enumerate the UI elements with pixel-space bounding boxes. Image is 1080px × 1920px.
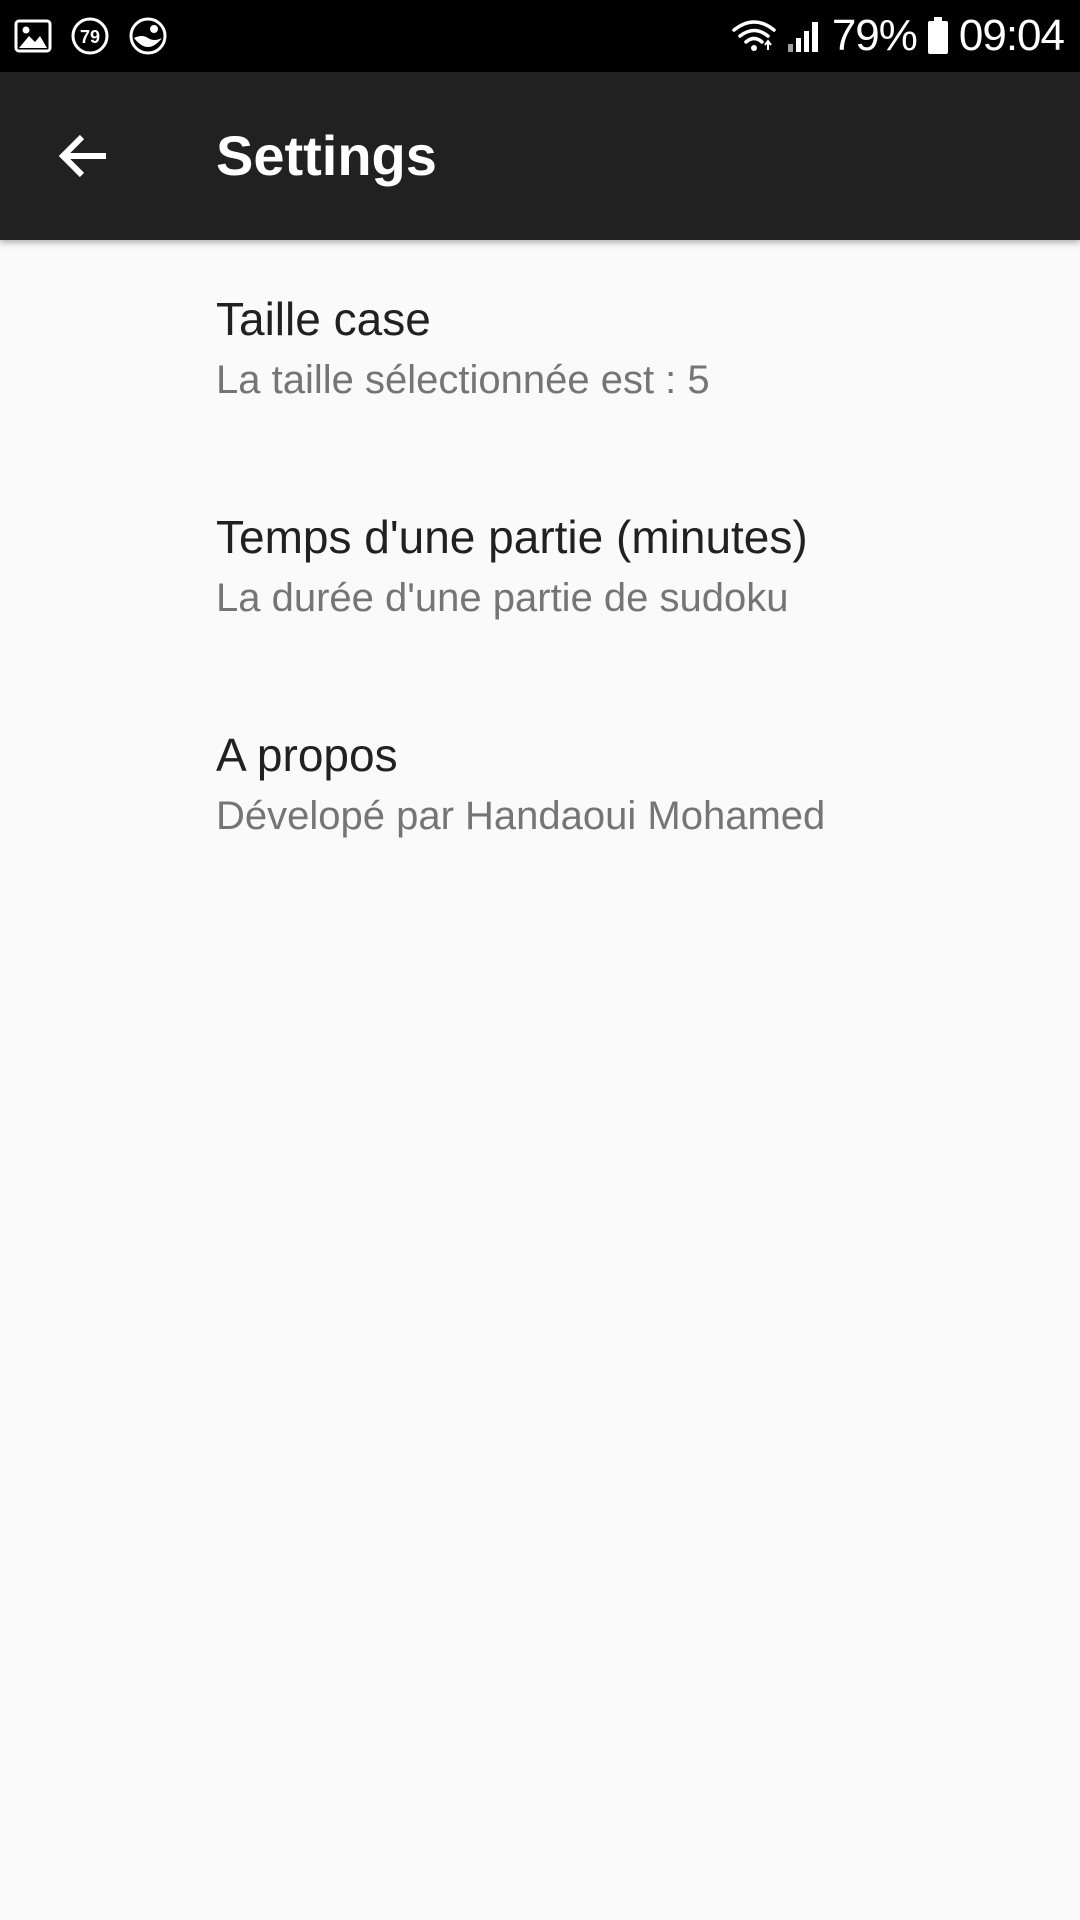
gallery-icon <box>14 19 52 53</box>
system-status: 79% 09:04 <box>732 0 1065 72</box>
clock: 09:04 <box>958 11 1065 60</box>
setting-cell-size[interactable]: Taille case La taille sélectionnée est :… <box>0 240 1080 458</box>
settings-list: Taille case La taille sélectionnée est :… <box>0 240 1080 894</box>
signal-icon <box>787 22 818 52</box>
status-bar: 79 79% 09:04 <box>0 0 1080 72</box>
setting-title: Taille case <box>216 293 431 345</box>
back-button[interactable] <box>40 112 128 200</box>
badge-number: 79 <box>80 27 100 47</box>
toolbar: Settings <box>0 72 1080 240</box>
setting-about[interactable]: A propos Dévelopé par Handaoui Mohamed <box>0 676 1080 894</box>
setting-title: Temps d'une partie (minutes) <box>216 511 808 563</box>
notification-icons: 79 <box>14 0 168 72</box>
arrow-left-icon <box>58 134 106 178</box>
setting-game-duration[interactable]: Temps d'une partie (minutes) La durée d'… <box>0 458 1080 676</box>
battery-icon <box>927 17 948 54</box>
app-notification-icon <box>129 17 167 55</box>
setting-summary: Dévelopé par Handaoui Mohamed <box>216 794 826 838</box>
setting-summary: La taille sélectionnée est : 5 <box>216 358 710 402</box>
setting-summary: La durée d'une partie de sudoku <box>216 576 789 620</box>
setting-title: A propos <box>216 729 398 781</box>
battery-percent: 79% <box>831 11 918 60</box>
page-title: Settings <box>216 124 437 187</box>
badge-79-icon: 79 <box>71 17 109 55</box>
wifi-icon <box>732 20 776 51</box>
